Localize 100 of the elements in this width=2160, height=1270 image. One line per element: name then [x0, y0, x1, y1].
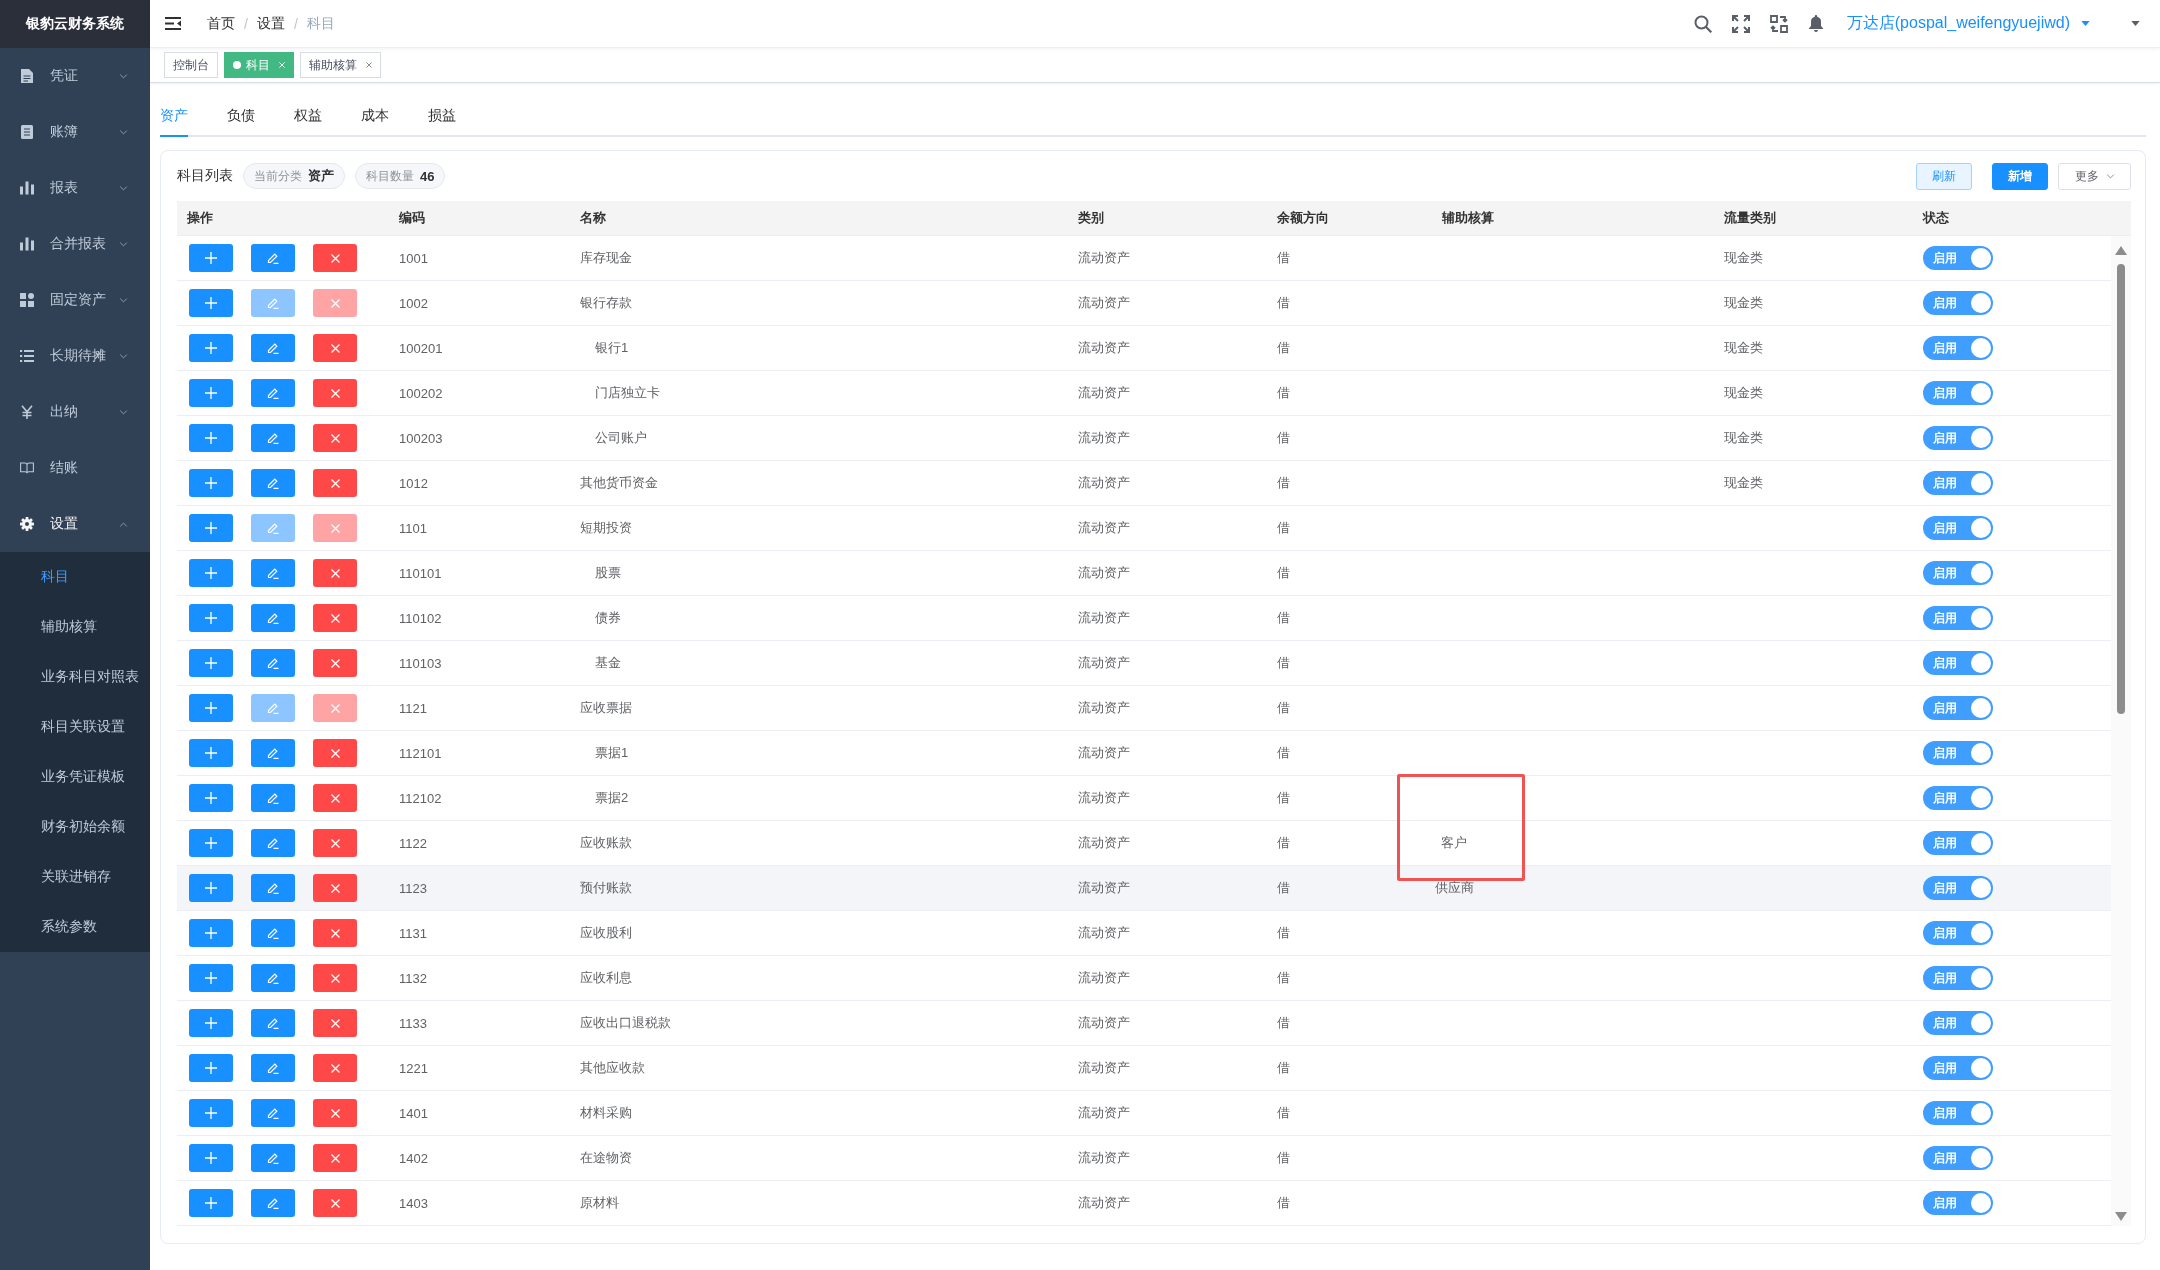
status-switch[interactable]: 启用 — [1923, 741, 1993, 765]
add-row-button[interactable] — [189, 874, 233, 902]
status-switch[interactable]: 启用 — [1923, 606, 1993, 630]
add-row-button[interactable] — [189, 469, 233, 497]
breadcrumb-item[interactable]: 设置 — [256, 14, 285, 33]
category-tab[interactable]: 负债 — [227, 97, 255, 137]
delete-button[interactable] — [313, 244, 357, 272]
status-switch[interactable]: 启用 — [1923, 1146, 1993, 1170]
edit-button[interactable] — [251, 469, 295, 497]
delete-button[interactable] — [313, 649, 357, 677]
edit-button[interactable] — [251, 964, 295, 992]
edit-button[interactable] — [251, 604, 295, 632]
delete-button[interactable] — [313, 874, 357, 902]
sidebar-subitem[interactable]: 辅助核算 — [0, 602, 150, 652]
add-row-button[interactable] — [189, 379, 233, 407]
add-row-button[interactable] — [189, 1144, 233, 1172]
sidebar-item[interactable]: 合并报表 — [0, 216, 150, 272]
add-row-button[interactable] — [189, 514, 233, 542]
status-switch[interactable]: 启用 — [1923, 876, 1993, 900]
edit-button[interactable] — [251, 829, 295, 857]
add-row-button[interactable] — [189, 649, 233, 677]
edit-button[interactable] — [251, 334, 295, 362]
sidebar-subitem[interactable]: 财务初始余额 — [0, 802, 150, 852]
edit-button[interactable] — [251, 1054, 295, 1082]
sidebar-subitem[interactable]: 业务科目对照表 — [0, 652, 150, 702]
sidebar-subitem[interactable]: 科目关联设置 — [0, 702, 150, 752]
edit-button[interactable] — [251, 919, 295, 947]
sidebar-subitem[interactable]: 业务凭证模板 — [0, 752, 150, 802]
bell-icon[interactable] — [1807, 15, 1824, 32]
sidebar-item[interactable]: 设置 — [0, 496, 150, 552]
delete-button[interactable] — [313, 334, 357, 362]
sidebar-item[interactable]: 凭证 — [0, 48, 150, 104]
delete-button[interactable] — [313, 1009, 357, 1037]
status-switch[interactable]: 启用 — [1923, 246, 1993, 270]
caret-down-icon[interactable] — [2081, 21, 2090, 26]
status-switch[interactable]: 启用 — [1923, 966, 1993, 990]
status-switch[interactable]: 启用 — [1923, 1101, 1993, 1125]
add-row-button[interactable] — [189, 739, 233, 767]
status-switch[interactable]: 启用 — [1923, 1011, 1993, 1035]
delete-button[interactable] — [313, 1189, 357, 1217]
delete-button[interactable] — [313, 424, 357, 452]
add-row-button[interactable] — [189, 829, 233, 857]
delete-button[interactable] — [313, 1099, 357, 1127]
add-row-button[interactable] — [189, 1099, 233, 1127]
status-switch[interactable]: 启用 — [1923, 291, 1993, 315]
page-tab[interactable]: 控制台 — [164, 52, 218, 78]
status-switch[interactable]: 启用 — [1923, 471, 1993, 495]
add-row-button[interactable] — [189, 784, 233, 812]
frame-swap-icon[interactable] — [1769, 14, 1788, 33]
add-row-button[interactable] — [189, 244, 233, 272]
status-switch[interactable]: 启用 — [1923, 786, 1993, 810]
sidebar-item[interactable]: 报表 — [0, 160, 150, 216]
category-tab[interactable]: 资产 — [160, 97, 188, 137]
add-row-button[interactable] — [189, 1009, 233, 1037]
caret-down-icon[interactable] — [2131, 21, 2140, 26]
delete-button[interactable] — [313, 469, 357, 497]
edit-button[interactable] — [251, 1009, 295, 1037]
sidebar-item[interactable]: 结账 — [0, 440, 150, 496]
status-switch[interactable]: 启用 — [1923, 1056, 1993, 1080]
status-switch[interactable]: 启用 — [1923, 381, 1993, 405]
category-tab[interactable]: 权益 — [294, 97, 322, 137]
add-row-button[interactable] — [189, 1189, 233, 1217]
add-row-button[interactable] — [189, 424, 233, 452]
sidebar-item[interactable]: 固定资产 — [0, 272, 150, 328]
edit-button[interactable] — [251, 1189, 295, 1217]
sidebar-item[interactable]: 长期待摊 — [0, 328, 150, 384]
page-tab[interactable]: 科目 — [224, 52, 294, 78]
add-row-button[interactable] — [189, 919, 233, 947]
delete-button[interactable] — [313, 604, 357, 632]
sidebar-subitem[interactable]: 系统参数 — [0, 902, 150, 952]
edit-button[interactable] — [251, 379, 295, 407]
category-tab[interactable]: 成本 — [361, 97, 389, 137]
outline-button[interactable]: 刷新 — [1916, 162, 1972, 190]
delete-button[interactable] — [313, 1144, 357, 1172]
status-switch[interactable]: 启用 — [1923, 696, 1993, 720]
close-icon[interactable] — [366, 62, 372, 68]
menu-icon[interactable] — [165, 17, 181, 30]
edit-button[interactable] — [251, 244, 295, 272]
category-tab[interactable]: 损益 — [428, 97, 456, 137]
delete-button[interactable] — [313, 919, 357, 947]
status-switch[interactable]: 启用 — [1923, 831, 1993, 855]
add-row-button[interactable] — [189, 289, 233, 317]
add-row-button[interactable] — [189, 334, 233, 362]
edit-button[interactable] — [251, 874, 295, 902]
add-row-button[interactable] — [189, 694, 233, 722]
delete-button[interactable] — [313, 379, 357, 407]
edit-button[interactable] — [251, 1099, 295, 1127]
user-name-link[interactable]: 万达店(pospal_weifengyuejiwd) — [1846, 13, 2070, 34]
delete-button[interactable] — [313, 829, 357, 857]
edit-button[interactable] — [251, 649, 295, 677]
status-switch[interactable]: 启用 — [1923, 561, 1993, 585]
status-switch[interactable]: 启用 — [1923, 336, 1993, 360]
dropdown-button[interactable]: 更多 — [2058, 162, 2131, 190]
edit-button[interactable] — [251, 424, 295, 452]
sidebar-subitem[interactable]: 科目 — [0, 552, 150, 602]
edit-button[interactable] — [251, 559, 295, 587]
page-tab[interactable]: 辅助核算 — [300, 52, 381, 78]
delete-button[interactable] — [313, 739, 357, 767]
edit-button[interactable] — [251, 1144, 295, 1172]
status-switch[interactable]: 启用 — [1923, 516, 1993, 540]
